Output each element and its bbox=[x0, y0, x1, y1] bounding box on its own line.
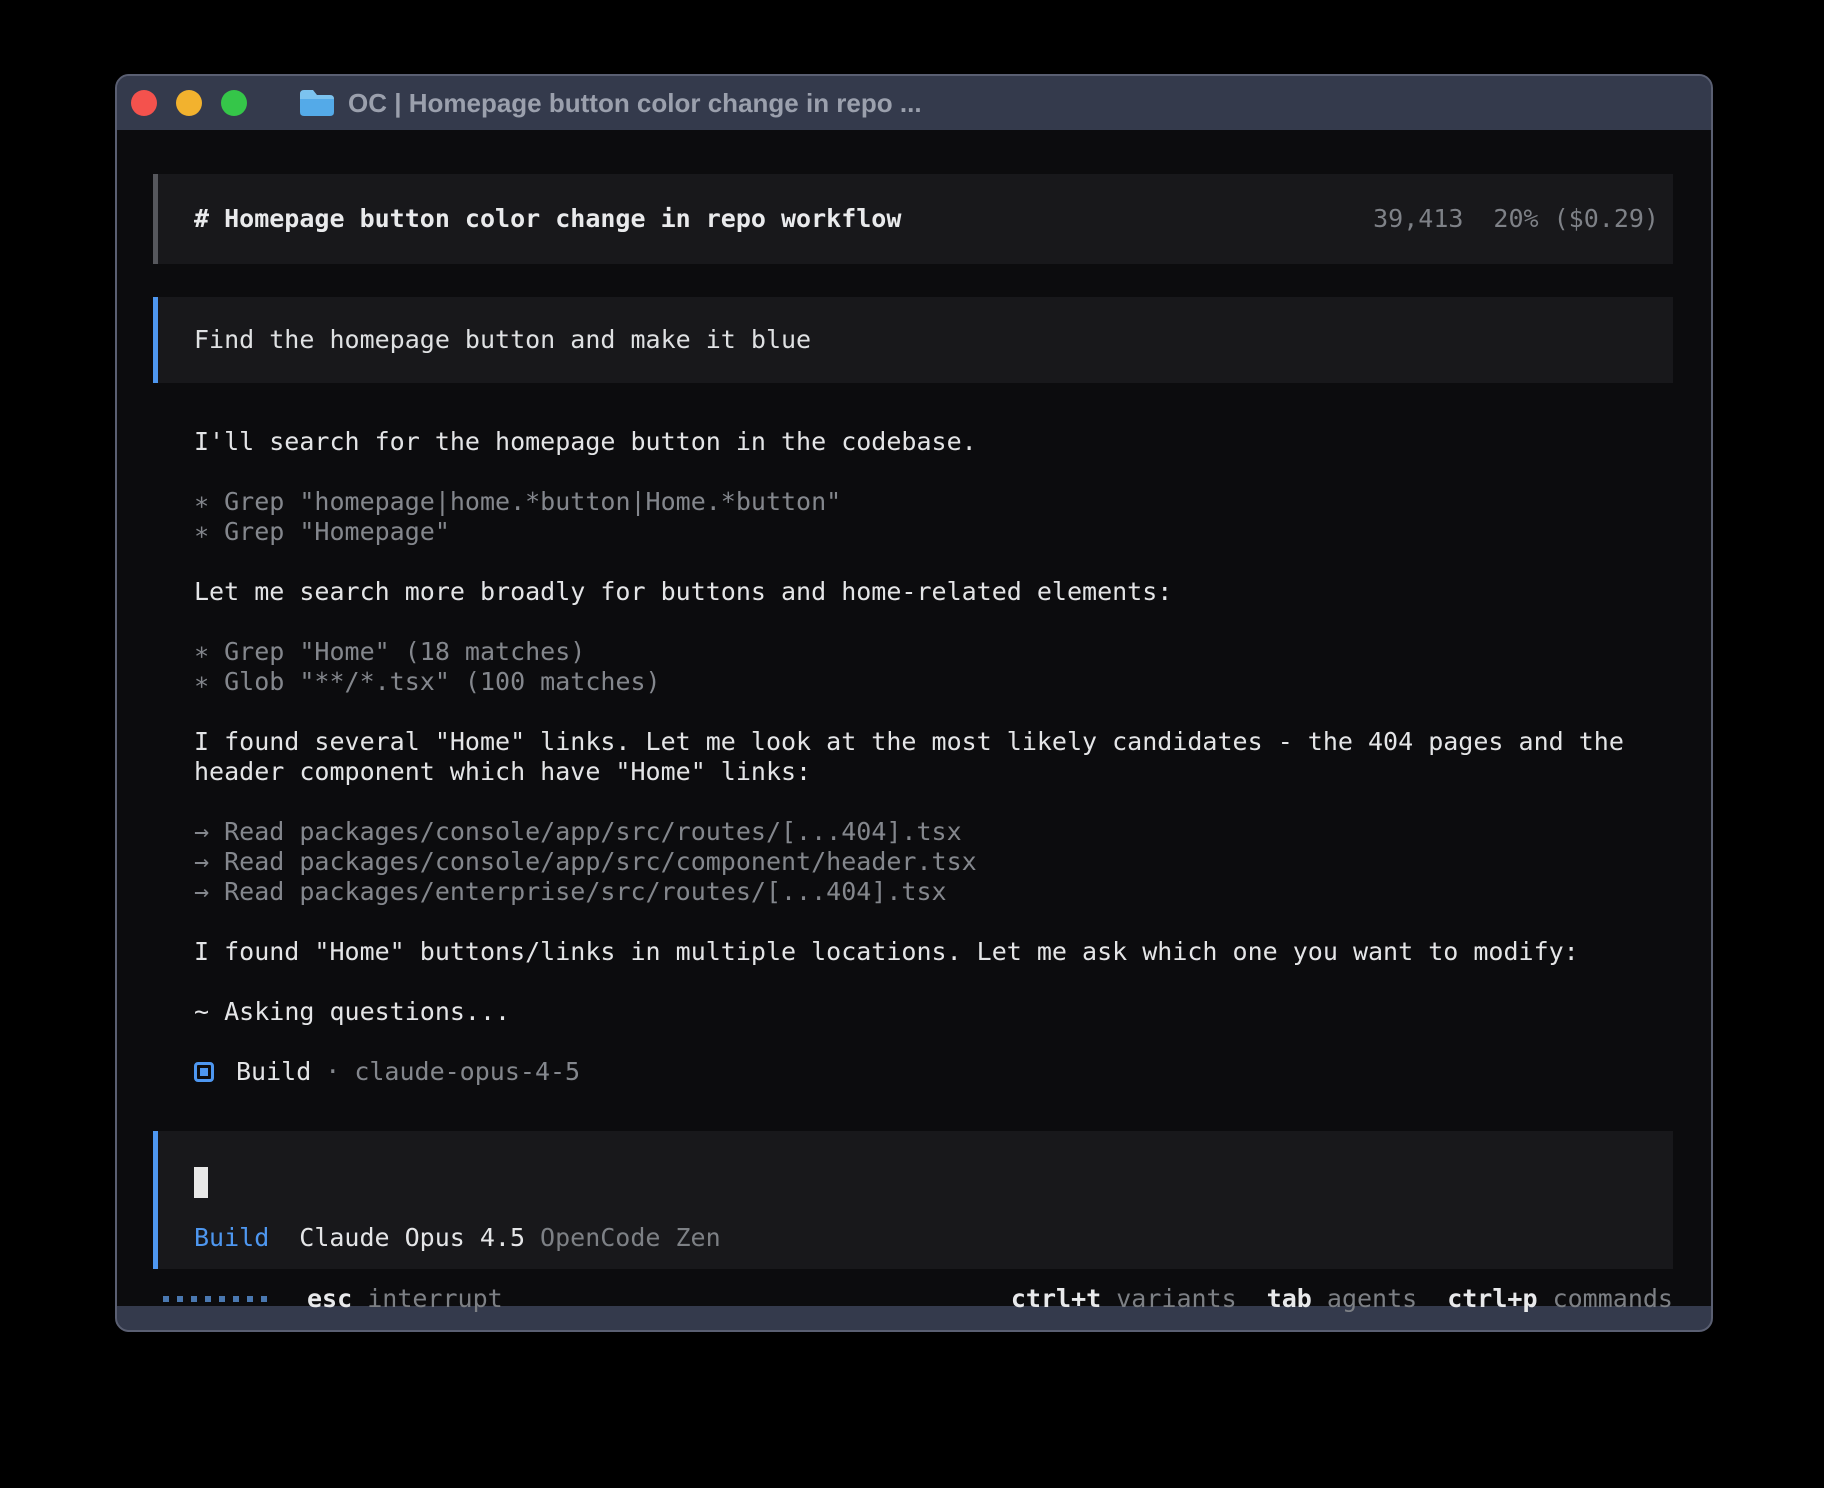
session-title: # Homepage button color change in repo w… bbox=[194, 204, 901, 234]
agent-status-row: Build · claude-opus-4-5 bbox=[194, 1057, 1676, 1087]
terminal-content: # Homepage button color change in repo w… bbox=[117, 130, 1711, 1306]
mode-label[interactable]: Build bbox=[194, 1223, 269, 1253]
ctrl-t-key: ctrl+t bbox=[1011, 1284, 1101, 1313]
conversation: I'll search for the homepage button in t… bbox=[194, 427, 1676, 1087]
tool-call: → Read packages/enterprise/src/routes/[.… bbox=[194, 877, 1676, 907]
arrow-right-icon: → bbox=[194, 847, 224, 876]
context-cost: 20% ($0.29) bbox=[1493, 204, 1659, 233]
session-stats: 39,413 20% ($0.29) bbox=[1373, 204, 1659, 234]
assistant-text: I found several "Home" links. Let me loo… bbox=[194, 727, 1676, 787]
tool-call-group: → Read packages/console/app/src/routes/[… bbox=[194, 817, 1676, 907]
tool-call: ∗ Grep "homepage|home.*button|Home.*butt… bbox=[194, 487, 1676, 517]
model-line: Build Claude Opus 4.5 OpenCode Zen bbox=[194, 1223, 1673, 1253]
tool-call-group: ∗ Grep "homepage|home.*button|Home.*butt… bbox=[194, 487, 1676, 547]
interrupt-hint: esc interrupt bbox=[307, 1284, 503, 1314]
agents-label: agents bbox=[1327, 1284, 1417, 1313]
commands-label: commands bbox=[1553, 1284, 1673, 1313]
agent-name: Build bbox=[236, 1057, 311, 1087]
commands-hint: ctrl+p commands bbox=[1447, 1284, 1673, 1314]
status-line: ~ Asking questions... bbox=[194, 997, 1676, 1027]
prompt-input[interactable]: Build Claude Opus 4.5 OpenCode Zen bbox=[153, 1131, 1673, 1269]
tool-call: → Read packages/console/app/src/routes/[… bbox=[194, 817, 1676, 847]
agent-model: claude-opus-4-5 bbox=[354, 1057, 580, 1087]
titlebar-title-group: OC | Homepage button color change in rep… bbox=[298, 88, 922, 119]
arrow-right-icon: → bbox=[194, 877, 224, 906]
asterisk-icon: ∗ bbox=[194, 517, 224, 546]
token-count: 39,413 bbox=[1373, 204, 1463, 233]
arrow-right-icon: → bbox=[194, 817, 224, 846]
tool-call: → Read packages/console/app/src/componen… bbox=[194, 847, 1676, 877]
assistant-text: I'll search for the homepage button in t… bbox=[194, 427, 1676, 457]
titlebar[interactable]: OC | Homepage button color change in rep… bbox=[117, 76, 1711, 130]
assistant-text: Let me search more broadly for buttons a… bbox=[194, 577, 1676, 607]
asterisk-icon: ∗ bbox=[194, 667, 224, 696]
interrupt-label: interrupt bbox=[367, 1284, 502, 1313]
esc-key: esc bbox=[307, 1284, 352, 1313]
user-message: Find the homepage button and make it blu… bbox=[153, 297, 1673, 383]
tab-key: tab bbox=[1267, 1284, 1312, 1313]
tilde-icon: ~ bbox=[194, 997, 224, 1026]
minimize-button[interactable] bbox=[176, 90, 202, 116]
tool-call: ∗ Grep "Home" (18 matches) bbox=[194, 637, 1676, 667]
assistant-text: I found "Home" buttons/links in multiple… bbox=[194, 937, 1676, 967]
window-title: OC | Homepage button color change in rep… bbox=[348, 88, 922, 119]
tool-call: ∗ Grep "Homepage" bbox=[194, 517, 1676, 547]
tool-call-group: ∗ Grep "Home" (18 matches) ∗ Glob "**/*.… bbox=[194, 637, 1676, 697]
variants-hint: ctrl+t variants bbox=[1011, 1284, 1237, 1314]
model-provider: OpenCode Zen bbox=[540, 1223, 721, 1253]
text-cursor bbox=[194, 1167, 208, 1198]
asterisk-icon: ∗ bbox=[194, 487, 224, 516]
dot-separator: · bbox=[325, 1057, 340, 1087]
folder-icon bbox=[298, 88, 334, 118]
close-button[interactable] bbox=[131, 90, 157, 116]
user-message-text: Find the homepage button and make it blu… bbox=[194, 325, 811, 355]
ctrl-p-key: ctrl+p bbox=[1447, 1284, 1537, 1313]
agents-hint: tab agents bbox=[1267, 1284, 1418, 1314]
status-bar-right: ctrl+t variants tab agents ctrl+p comman… bbox=[981, 1284, 1673, 1314]
asterisk-icon: ∗ bbox=[194, 637, 224, 666]
terminal-window: OC | Homepage button color change in rep… bbox=[115, 74, 1713, 1332]
tool-call: ∗ Glob "**/*.tsx" (100 matches) bbox=[194, 667, 1676, 697]
zoom-button[interactable] bbox=[221, 90, 247, 116]
model-name: Claude Opus 4.5 bbox=[299, 1223, 525, 1253]
spinner-dots bbox=[163, 1296, 275, 1302]
status-bar-left: esc interrupt bbox=[163, 1284, 503, 1314]
build-agent-icon bbox=[194, 1062, 214, 1082]
session-header: # Homepage button color change in repo w… bbox=[153, 174, 1673, 264]
variants-label: variants bbox=[1116, 1284, 1236, 1313]
status-bar: esc interrupt ctrl+t variants tab agents… bbox=[163, 1284, 1673, 1314]
